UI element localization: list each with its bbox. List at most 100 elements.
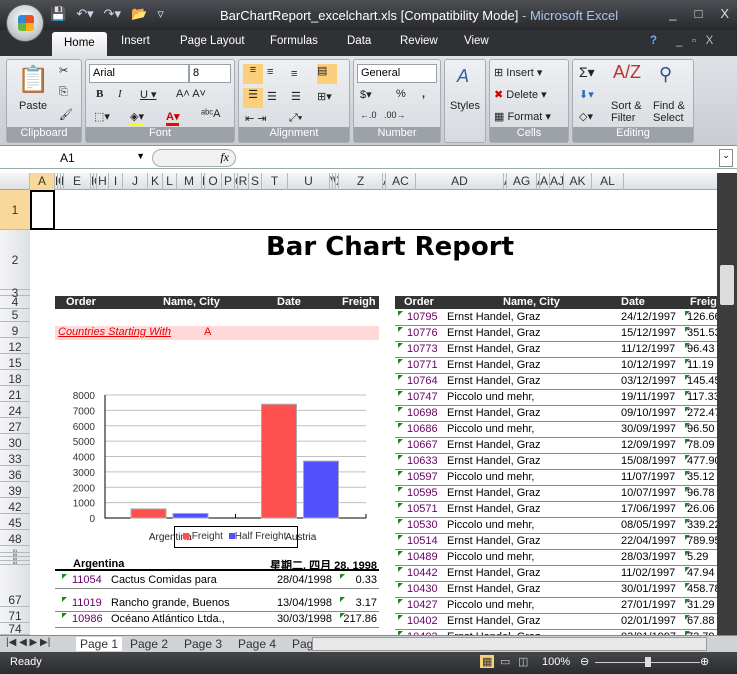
increase-decimal-icon[interactable]: ←.0 [360,110,377,120]
format-cells-button[interactable]: ▦ Format ▾ [494,110,551,123]
tab-insert[interactable]: Insert [121,35,150,47]
zoom-out-icon[interactable]: ⊖ [580,655,589,668]
phonetic-icon[interactable]: ᵃᵇᶜA [201,108,220,120]
bold-button[interactable]: B [96,88,103,100]
table-row[interactable]: 10530 Piccolo und mehr, 08/05/1997 339.22 [395,518,717,534]
indent-icon[interactable]: ⇤ ⇥ [245,112,267,125]
table-row[interactable]: 11054 Cactus Comidas para 28/04/1998 0.33 [55,573,379,589]
table-row[interactable]: 10764 Ernst Handel, Graz 03/12/1997 145.45 [395,374,717,390]
column-header[interactable]: AD [416,173,504,190]
copy-icon[interactable]: ⎘ [59,86,68,99]
sheet-tab[interactable]: Page 1 [76,637,123,651]
column-header[interactable]: U [288,173,330,190]
expand-formula-bar-icon[interactable]: ⌄ [719,149,733,167]
column-header[interactable]: H [97,173,109,190]
bar-freight-argentina[interactable] [130,508,167,519]
sheet-tab[interactable]: Page 4 [238,637,276,651]
table-row[interactable]: 10633 Ernst Handel, Graz 15/08/1997 477.90 [395,454,717,470]
zoom-level[interactable]: 100% [542,656,570,668]
office-button[interactable] [6,4,44,42]
bar-chart[interactable]: 010002000300040005000600070008000Argenti… [55,350,385,550]
tab-view[interactable]: View [464,35,489,47]
column-header[interactable]: O [205,173,222,190]
align-left-icon[interactable]: ☰ [243,88,263,108]
select-all-corner[interactable] [0,173,30,190]
percent-icon[interactable]: % [396,88,406,100]
row-header[interactable]: 48 [0,533,30,546]
column-header[interactable]: Z [339,173,383,190]
table-row[interactable]: 10430 Ernst Handel, Graz 30/01/1997 458.78 [395,582,717,598]
sort-filter-button[interactable]: Sort & Filter [611,100,651,124]
undo-icon[interactable]: ↶▾ [76,6,93,22]
delete-cells-button[interactable]: ✖ Delete ▾ [494,88,547,101]
center-icon[interactable]: ☰ [267,90,277,103]
table-row[interactable]: 10667 Ernst Handel, Graz 12/09/1997 78.09 [395,438,717,454]
styles-group[interactable]: A Styles [444,59,486,143]
insert-cells-button[interactable]: ⊞ Insert ▾ [494,66,542,79]
table-row[interactable]: 10595 Ernst Handel, Graz 10/07/1997 96.78 [395,486,717,502]
table-row[interactable]: 10597 Piccolo und mehr, 11/07/1997 35.12 [395,470,717,486]
paste-icon[interactable]: 📋 [17,64,49,95]
horizontal-scrollbar[interactable] [312,637,707,651]
active-cell-a1[interactable] [30,190,55,230]
underline-button[interactable]: U ▾ [140,88,157,101]
page-break-view-icon[interactable]: ◫ [518,655,528,668]
table-row[interactable]: 10795 Ernst Handel, Graz 24/12/1997 126.66 [395,310,717,326]
font-size-select[interactable]: 8 [189,64,231,83]
styles-button[interactable]: Styles [450,100,480,112]
column-header[interactable]: AK [564,173,592,190]
fill-color-icon[interactable]: ◈▾ [130,110,144,126]
row-header[interactable]: 33 [0,453,30,466]
row-header[interactable]: 24 [0,405,30,418]
open-folder-icon[interactable]: 📂 [131,6,147,22]
tab-page-layout[interactable]: Page Layout [180,35,245,47]
row-header[interactable]: 12 [0,341,30,354]
row-header[interactable]: 63 [0,561,30,565]
column-header[interactable]: AI [540,173,550,190]
row-header[interactable]: 74 [0,623,30,635]
column-header[interactable]: A [30,173,55,190]
row-header[interactable]: 67 [0,594,30,607]
table-row[interactable]: 10402 Ernst Handel, Graz 02/01/1997 67.88 [395,614,717,630]
table-row[interactable]: 11019 Rancho grande, Buenos 13/04/1998 3.17 [55,596,379,612]
zoom-slider-thumb[interactable] [645,657,651,667]
column-header[interactable]: S [249,173,262,190]
column-header[interactable]: K [148,173,163,190]
sheet-nav-arrows-icon[interactable]: |◀ ◀ ▶ ▶| [6,637,50,648]
row-header[interactable]: 39 [0,485,30,498]
row-header[interactable]: 30 [0,437,30,450]
paste-button[interactable]: Paste [19,100,47,112]
row-header[interactable]: 27 [0,421,30,434]
minimize-button[interactable]: _ [669,6,676,21]
align-right-icon[interactable]: ☰ [291,90,301,103]
sheet-tab[interactable]: Page 2 [130,637,168,651]
cut-icon[interactable]: ✂ [59,64,68,77]
top-align-icon[interactable]: ≡ [243,64,263,84]
vertical-scroll-thumb[interactable] [720,265,734,305]
table-row[interactable]: 10776 Ernst Handel, Graz 15/12/1997 351.53 [395,326,717,342]
column-header[interactable]: I [109,173,123,190]
maximize-button[interactable]: □ [694,6,702,21]
column-header[interactable]: AL [592,173,624,190]
font-name-select[interactable]: Arial [89,64,189,83]
currency-icon[interactable]: $▾ [360,88,372,101]
number-format-select[interactable]: General [357,64,437,83]
column-header[interactable]: R [238,173,249,190]
page-layout-view-icon[interactable]: ▭ [500,655,510,668]
save-icon[interactable]: 💾 [50,6,66,22]
chevron-down-icon[interactable]: ▼ [136,151,145,161]
column-header[interactable]: T [262,173,288,190]
tab-review[interactable]: Review [400,35,438,47]
name-box[interactable]: A1 ▼ [4,149,149,167]
row-header[interactable]: 1 [0,190,30,230]
bar-half-freight-argentina[interactable] [172,512,209,519]
close-button[interactable]: X [720,6,729,21]
workbook-minimize-button[interactable]: _ ▫ X [676,35,713,47]
find-select-button[interactable]: Find & Select [653,100,693,124]
tab-formulas[interactable]: Formulas [270,35,318,47]
table-row[interactable]: 10571 Ernst Handel, Graz 17/06/1997 26.06 [395,502,717,518]
row-header[interactable]: 45 [0,517,30,530]
font-color-icon[interactable]: A▾ [166,110,180,126]
merge-center-icon[interactable]: ⊞▾ [317,90,332,103]
grow-font-icon[interactable]: A˄ A˅ [176,88,206,100]
